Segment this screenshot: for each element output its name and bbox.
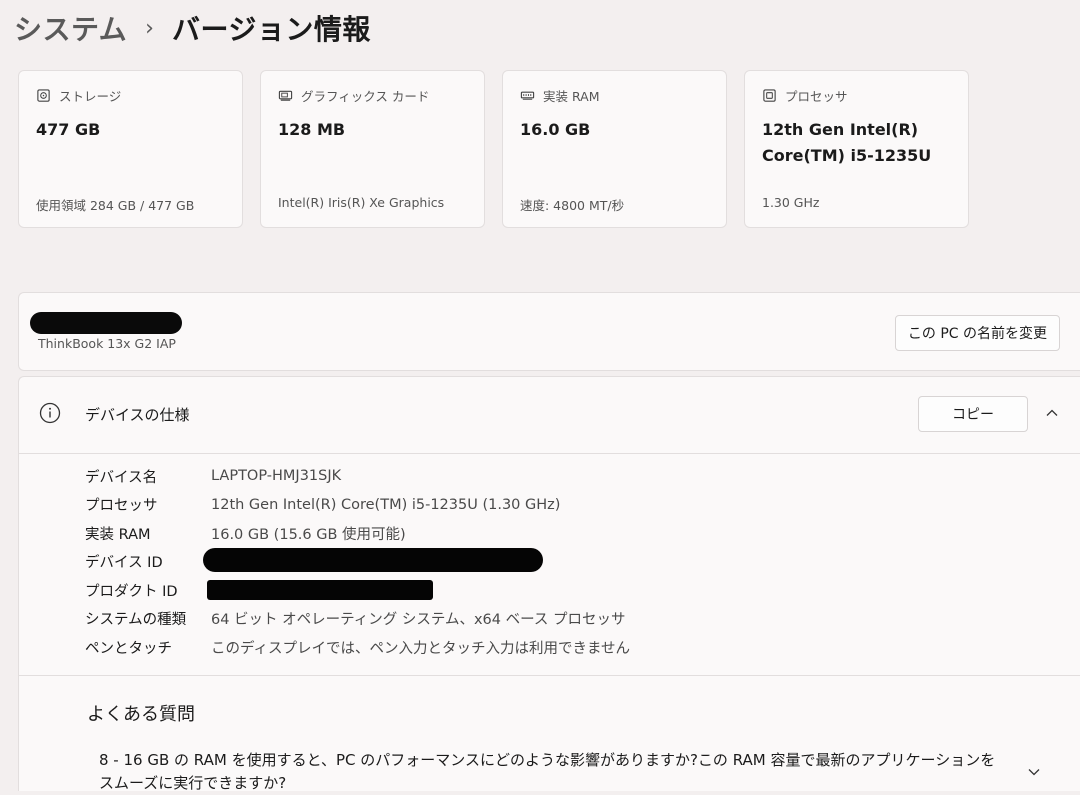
graphics-name: Intel(R) Iris(R) Xe Graphics <box>278 195 445 210</box>
page-title: バージョン情報 <box>171 13 371 46</box>
processor-icon <box>763 89 776 102</box>
spec-key: デバイス ID <box>85 555 163 572</box>
processor-speed: 1.30 GHz <box>762 195 820 210</box>
device-model: ThinkBook 13x G2 IAP <box>38 336 176 351</box>
graphics-card-card[interactable]: グラフィックス カード 128 MB Intel(R) Iris(R) Xe G… <box>260 70 485 228</box>
spec-row-system-type: システムの種類 64 ビット オペレーティング システム、x64 ベース プロセ… <box>85 605 630 634</box>
rename-pc-button[interactable]: この PC の名前を変更 <box>894 315 1060 351</box>
redacted-device-name <box>30 312 182 334</box>
faq-title: よくある質問 <box>87 704 195 725</box>
device-specs-list: デバイス名 LAPTOP-HMJ31SJK プロセッサ 12th Gen Int… <box>85 462 630 662</box>
device-specs-title: デバイスの仕様 <box>85 406 190 424</box>
info-icon <box>39 402 61 424</box>
spec-value: LAPTOP-HMJ31SJK <box>211 468 342 485</box>
device-specs-header[interactable]: デバイスの仕様 コピー <box>19 377 1080 454</box>
faq-section: よくある質問 8 - 16 GB の RAM を使用すると、PC のパフォーマン… <box>18 676 1080 792</box>
spec-row-ram: 実装 RAM 16.0 GB (15.6 GB 使用可能) <box>85 519 630 548</box>
processor-value: 12th Gen Intel(R) Core(TM) i5-1235U <box>762 120 932 165</box>
storage-label: ストレージ <box>59 89 122 104</box>
processor-label: プロセッサ <box>785 89 848 104</box>
storage-card[interactable]: ストレージ 477 GB 使用領域 284 GB / 477 GB <box>18 70 243 228</box>
ram-card[interactable]: 実装 RAM 16.0 GB 速度: 4800 MT/秒 <box>502 70 727 228</box>
ram-value: 16.0 GB <box>520 120 591 139</box>
breadcrumb-parent-system[interactable]: システム <box>14 8 127 48</box>
spec-key: デバイス名 <box>85 469 158 486</box>
spec-row-pen-touch: ペンとタッチ このディスプレイでは、ペン入力とタッチ入力は利用できません <box>85 633 630 662</box>
storage-icon <box>37 89 50 102</box>
graphics-card-icon <box>278 90 293 101</box>
spec-row-device-name: デバイス名 LAPTOP-HMJ31SJK <box>85 462 630 491</box>
spec-value: 12th Gen Intel(R) Core(TM) i5-1235U (1.3… <box>211 496 561 513</box>
graphics-label: グラフィックス カード <box>301 89 430 104</box>
spec-key: プロダクト ID <box>85 583 178 600</box>
chevron-down-icon[interactable] <box>1026 764 1042 780</box>
spec-row-product-id: プロダクト ID <box>85 576 630 605</box>
device-name-panel: ThinkBook 13x G2 IAP この PC の名前を変更 <box>18 292 1080 371</box>
spec-value: 16.0 GB (15.6 GB 使用可能) <box>211 526 406 543</box>
spec-row-device-id: デバイス ID <box>85 547 630 577</box>
processor-card[interactable]: プロセッサ 12th Gen Intel(R) Core(TM) i5-1235… <box>744 70 969 228</box>
faq-question[interactable]: 8 - 16 GB の RAM を使用すると、PC のパフォーマンスにどのような… <box>99 749 1009 795</box>
chevron-up-icon[interactable] <box>1044 405 1060 421</box>
spec-key: ペンとタッチ <box>85 640 172 657</box>
redacted-product-id <box>207 580 433 601</box>
spec-value: このディスプレイでは、ペン入力とタッチ入力は利用できません <box>211 640 631 657</box>
breadcrumb: システム › バージョン情報 <box>14 6 371 50</box>
redacted-device-id <box>203 547 543 572</box>
spec-key: システムの種類 <box>85 612 187 629</box>
storage-value: 477 GB <box>36 120 101 139</box>
spec-value: 64 ビット オペレーティング システム、x64 ベース プロセッサ <box>211 612 626 629</box>
storage-usage: 使用領域 284 GB / 477 GB <box>36 198 195 213</box>
spec-key: 実装 RAM <box>85 526 151 543</box>
device-specs-panel: デバイスの仕様 コピー デバイス名 LAPTOP-HMJ31SJK プロセッサ … <box>18 376 1080 676</box>
spec-row-processor: プロセッサ 12th Gen Intel(R) Core(TM) i5-1235… <box>85 491 630 520</box>
copy-button[interactable]: コピー <box>918 396 1028 432</box>
breadcrumb-separator: › <box>145 15 154 41</box>
ram-speed: 速度: 4800 MT/秒 <box>520 198 625 213</box>
graphics-value: 128 MB <box>278 120 346 139</box>
memory-icon <box>520 91 535 100</box>
spec-key: プロセッサ <box>85 498 158 515</box>
ram-label: 実装 RAM <box>543 89 600 104</box>
